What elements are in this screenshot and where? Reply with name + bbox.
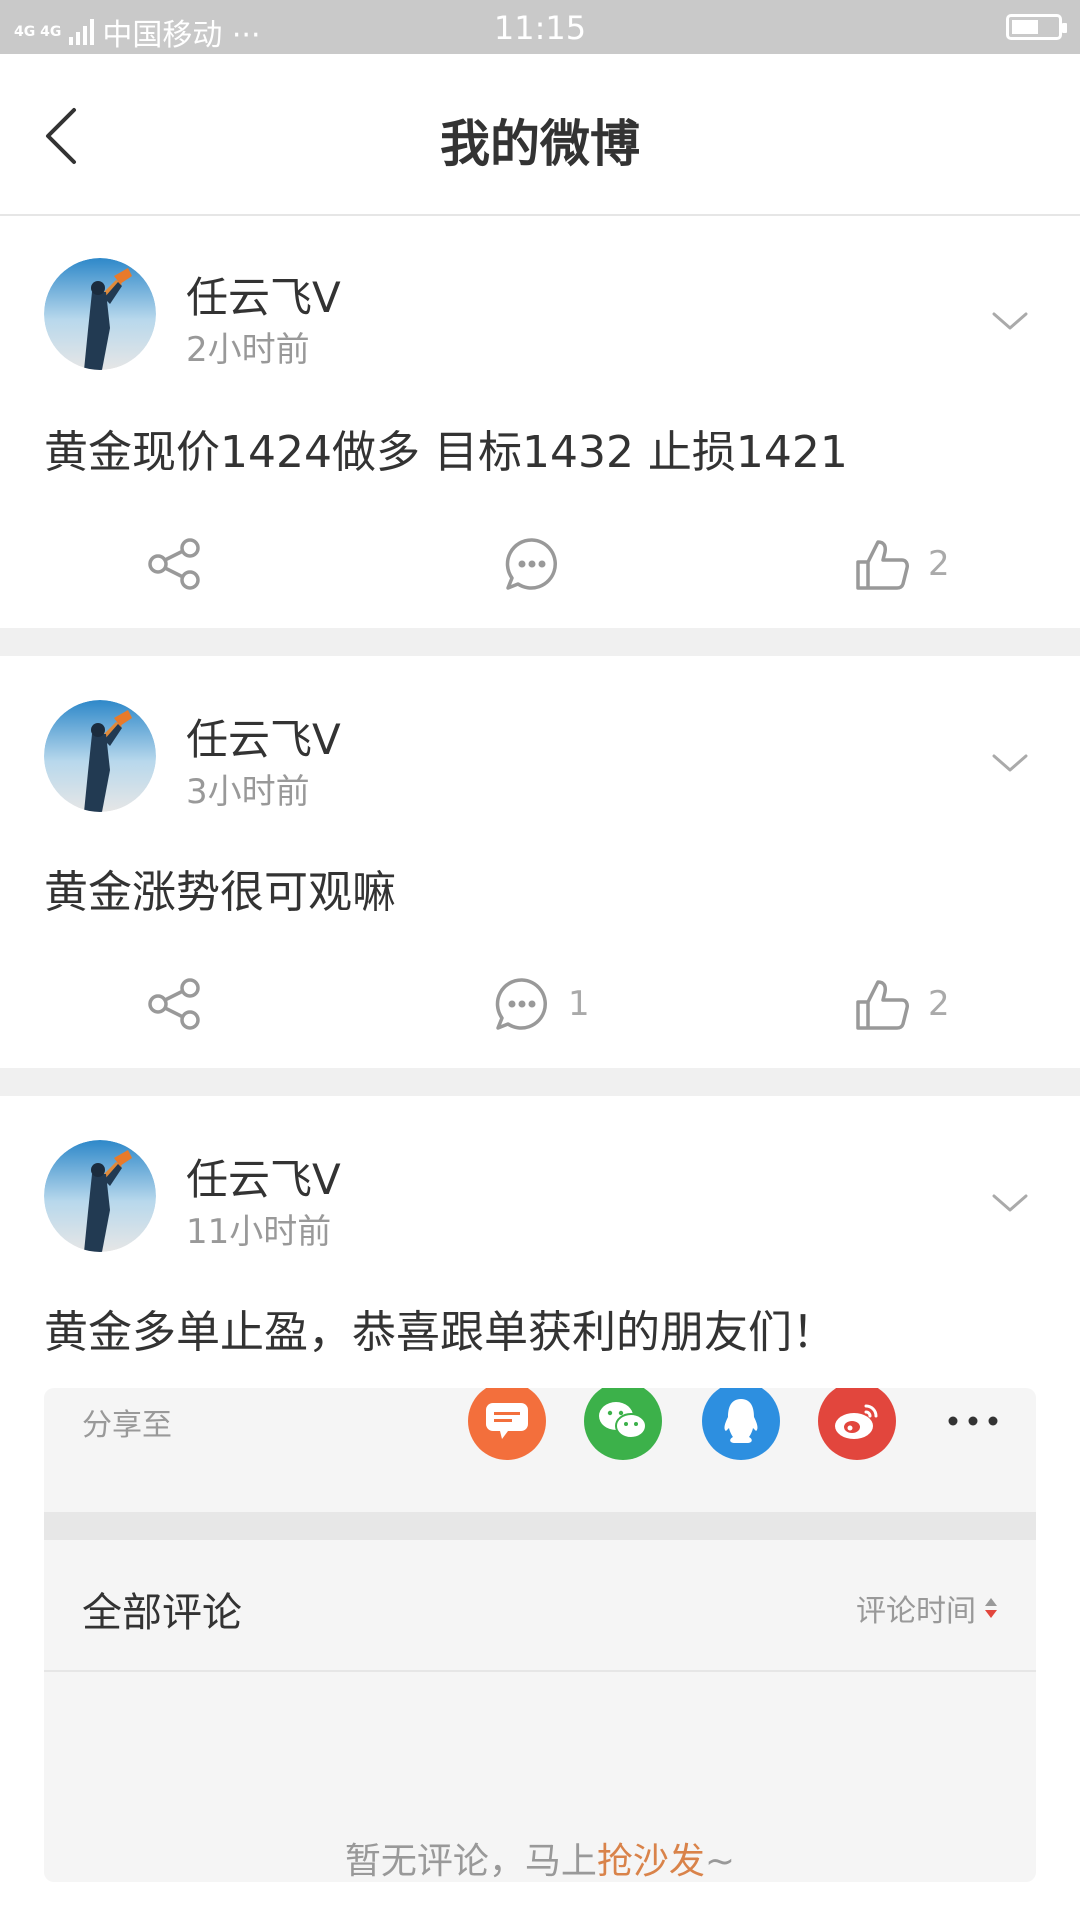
message-icon[interactable] — [468, 1388, 546, 1460]
page-title: 我的微博 — [440, 115, 640, 173]
share-icon — [148, 538, 200, 590]
like-button[interactable]: 2 — [854, 976, 950, 1032]
post-card: 任云飞V 2小时前 黄金现价1424做多 目标1432 止损1421 2 — [0, 218, 1080, 628]
clock: 11:15 — [493, 9, 587, 47]
sort-by-time-button[interactable]: 评论时间 — [856, 1586, 998, 1630]
chevron-down-icon[interactable] — [990, 308, 1030, 334]
grab-sofa-link[interactable]: 抢沙发 — [597, 1841, 705, 1882]
comment-icon — [495, 978, 547, 1030]
chevron-down-icon[interactable] — [990, 750, 1030, 776]
battery-icon — [1006, 14, 1067, 40]
weibo-icon[interactable] — [818, 1388, 896, 1460]
comment-count: 1 — [568, 984, 590, 1024]
battery-level — [1012, 20, 1038, 34]
post-time: 2小时前 — [186, 330, 310, 370]
wechat-icon[interactable] — [584, 1388, 662, 1460]
like-count: 2 — [928, 544, 950, 584]
all-comments-heading: 全部评论 — [82, 1590, 242, 1636]
sort-arrows-icon — [985, 1598, 997, 1618]
sort-label: 评论时间 — [856, 1594, 976, 1629]
share-button[interactable] — [146, 536, 202, 592]
post-separator — [0, 1068, 1080, 1096]
qq-icon[interactable] — [702, 1388, 780, 1460]
thumbs-up-icon — [856, 980, 909, 1030]
avatar[interactable] — [44, 258, 156, 370]
author-name[interactable]: 任云飞V — [186, 1146, 341, 1207]
comment-button[interactable]: 1 — [494, 976, 590, 1032]
avatar[interactable] — [44, 700, 156, 812]
empty-suffix: ~ — [704, 1841, 736, 1882]
post-content: 黄金现价1424做多 目标1432 止损1421 — [44, 427, 848, 478]
detail-sheet: 分享至 全部评论 评论时间 暂无评论，马上抢沙发~ — [44, 1388, 1036, 1882]
thumbs-up-icon — [856, 540, 909, 590]
section-divider — [44, 1512, 1036, 1540]
post-content: 黄金多单止盈，恭喜跟单获利的朋友们！ — [44, 1307, 836, 1358]
like-count: 2 — [928, 984, 950, 1024]
share-button[interactable] — [146, 976, 202, 1032]
comment-icon — [505, 538, 557, 590]
avatar[interactable] — [44, 1140, 156, 1252]
post-time: 11小时前 — [186, 1212, 332, 1252]
author-name[interactable]: 任云飞V — [186, 706, 341, 767]
post-separator — [0, 628, 1080, 656]
comment-button[interactable] — [504, 536, 578, 592]
post-card: 任云飞V 11小时前 黄金多单止盈，恭喜跟单获利的朋友们！ — [0, 1096, 1080, 1396]
comments-divider — [44, 1670, 1036, 1672]
nav-bar: 我的微博 — [0, 54, 1080, 216]
like-button[interactable]: 2 — [854, 536, 950, 592]
chevron-down-icon[interactable] — [990, 1190, 1030, 1216]
post-card: 任云飞V 3小时前 黄金涨势很可观嘛 1 2 — [0, 656, 1080, 1068]
author-name[interactable]: 任云飞V — [186, 264, 341, 325]
empty-prefix: 暂无评论，马上 — [344, 1841, 597, 1882]
more-icon[interactable] — [934, 1388, 1012, 1460]
empty-comments-message: 暂无评论，马上抢沙发~ — [44, 1832, 1036, 1882]
post-time: 3小时前 — [186, 772, 310, 812]
status-bar: 4G 4G 中国移动 ··· 11:15 — [0, 0, 1080, 54]
share-icon — [148, 978, 200, 1030]
share-to-label: 分享至 — [82, 1408, 172, 1443]
post-content: 黄金涨势很可观嘛 — [44, 867, 396, 918]
